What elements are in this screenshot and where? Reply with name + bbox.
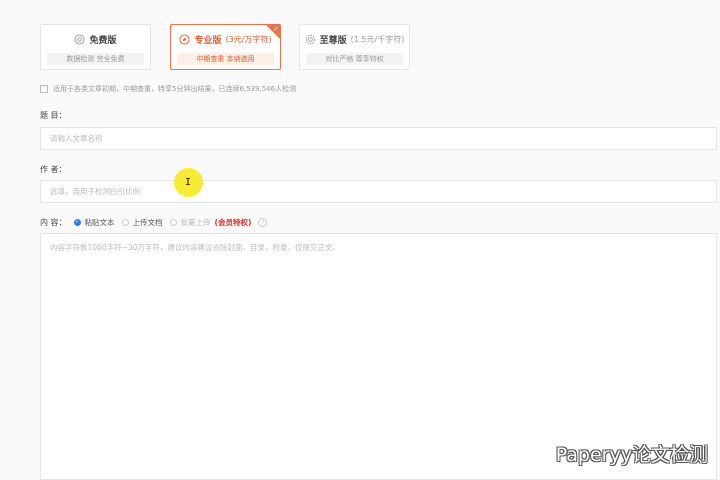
- author-label: 作 者：: [40, 165, 67, 174]
- plan-price: (1.5元/千字符): [350, 35, 405, 44]
- help-icon[interactable]: ?: [258, 218, 268, 227]
- target-icon: [74, 34, 86, 45]
- title-placeholder: 请输入文章名称: [50, 134, 103, 143]
- compass-icon: [179, 34, 191, 45]
- plan-desc: 中期查重 本纳选用: [177, 53, 274, 65]
- radio-label: 粘贴文本: [84, 218, 115, 227]
- text-cursor-icon: I: [185, 177, 192, 188]
- plan-name: 免费版: [89, 36, 117, 46]
- radio-icon: [121, 219, 129, 226]
- radio-label: 上传文档: [132, 218, 163, 227]
- member-badge: (会员特权): [214, 218, 252, 227]
- plan-name: 至尊版: [319, 36, 347, 46]
- radio-label: 批量上传: [180, 218, 211, 227]
- plan-desc: 对比严格 尊享特权: [306, 53, 403, 65]
- content-label: 内 容：: [40, 218, 67, 227]
- info-checkbox[interactable]: [40, 85, 48, 93]
- plan-card-pro[interactable]: ✓ 专业版 (3元/万字符) 中期查重 本纳选用: [170, 24, 281, 70]
- notice-row: 适用于各类文章初期，中期查重，特享5分钟出结果，已连续6,539,546人检测: [40, 84, 296, 94]
- plan-card-free[interactable]: 免费版 数据检测 完全免费: [40, 24, 151, 70]
- notice-text: 适用于各类文章初期，中期查重，特享5分钟出结果，已连续6,539,546人检测: [53, 85, 297, 93]
- author-input[interactable]: 选填，用用于检测白引比例: [40, 180, 717, 203]
- title-input[interactable]: 请输入文章名称: [40, 127, 717, 150]
- radio-upload-doc[interactable]: 上传文档: [121, 217, 163, 228]
- plan-name: 专业版: [194, 36, 222, 46]
- plan-card-premium[interactable]: 至尊版 (1.5元/千字符) 对比严格 尊享特权: [299, 24, 410, 70]
- content-options: 内 容： 粘贴文本 上传文档 批量上传 (会员特权) ?: [40, 217, 268, 228]
- settings-icon: [305, 34, 316, 45]
- author-placeholder: 选填，用用于检测白引比例: [50, 187, 140, 196]
- plan-desc: 数据检测 完全免费: [47, 53, 144, 65]
- watermark: Paperyy论文检测: [555, 444, 708, 466]
- content-placeholder: 内容字符数1000字符~30万字符，建议内容建议去除封面，目录，附录，仅提交正文…: [50, 243, 340, 252]
- plan-price: (3元/万字符): [225, 35, 272, 44]
- check-icon: ✓: [273, 25, 279, 33]
- title-label: 题 目：: [40, 111, 67, 120]
- radio-checked-icon: [73, 219, 81, 226]
- radio-batch-upload[interactable]: 批量上传 (会员特权): [169, 217, 252, 228]
- radio-icon: [169, 219, 177, 226]
- radio-paste-text[interactable]: 粘贴文本: [73, 217, 115, 228]
